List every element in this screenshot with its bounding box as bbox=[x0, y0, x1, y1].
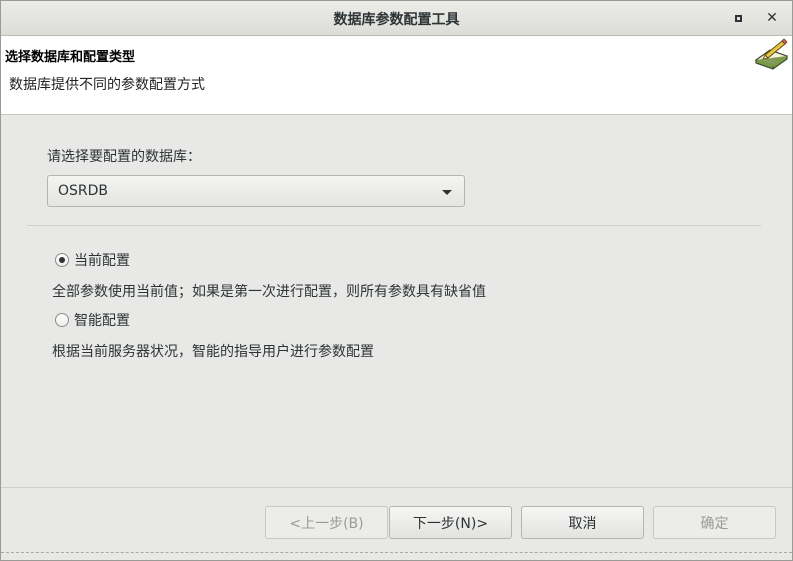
page-title: 选择数据库和配置类型 bbox=[5, 50, 136, 65]
radio-current-config[interactable]: 当前配置 bbox=[55, 250, 130, 270]
next-button[interactable]: 下一步(N)> bbox=[389, 506, 512, 539]
radio-current-config-label: 当前配置 bbox=[74, 253, 130, 269]
page-description: 数据库提供不同的参数配置方式 bbox=[9, 77, 205, 93]
database-select-value: OSRDB bbox=[58, 183, 109, 199]
ok-button[interactable]: 确定 bbox=[653, 506, 776, 539]
smart-config-description: 根据当前服务器状况，智能的指导用户进行参数配置 bbox=[52, 344, 374, 360]
close-button[interactable]: ✕ bbox=[762, 8, 782, 28]
database-select[interactable]: OSRDB bbox=[47, 175, 465, 207]
radio-smart-config-label: 智能配置 bbox=[74, 313, 130, 329]
maximize-icon bbox=[734, 14, 742, 22]
wizard-header: 选择数据库和配置类型 数据库提供不同的参数配置方式 bbox=[1, 36, 792, 115]
radio-smart-config[interactable]: 智能配置 bbox=[55, 310, 130, 330]
prev-button[interactable]: <上一步(B) bbox=[265, 506, 388, 539]
chevron-down-icon bbox=[442, 190, 452, 195]
button-bar: <上一步(B) 下一步(N)> 取消 确定 bbox=[1, 487, 792, 560]
title-bar[interactable]: 数据库参数配置工具 ✕ bbox=[1, 1, 792, 36]
window-bottom-border bbox=[1, 552, 792, 553]
dialog-window: 数据库参数配置工具 ✕ 选择数据库和配置类型 数据库提供不同的参数配置方式 请选… bbox=[0, 0, 793, 561]
maximize-button[interactable] bbox=[728, 8, 748, 28]
cancel-button[interactable]: 取消 bbox=[521, 506, 644, 539]
radio-button-unchecked[interactable] bbox=[55, 313, 69, 327]
book-pencil-icon bbox=[754, 38, 789, 70]
window-title: 数据库参数配置工具 bbox=[333, 12, 460, 28]
content-area: 请选择要配置的数据库： OSRDB 当前配置 全部参数使用当前值；如果是第一次进… bbox=[1, 115, 792, 487]
divider bbox=[27, 225, 761, 226]
current-config-description: 全部参数使用当前值；如果是第一次进行配置，则所有参数具有缺省值 bbox=[52, 284, 486, 300]
radio-dot-icon bbox=[59, 257, 65, 263]
close-icon: ✕ bbox=[766, 10, 778, 26]
radio-button-checked[interactable] bbox=[55, 253, 69, 267]
database-label: 请选择要配置的数据库： bbox=[47, 149, 201, 165]
